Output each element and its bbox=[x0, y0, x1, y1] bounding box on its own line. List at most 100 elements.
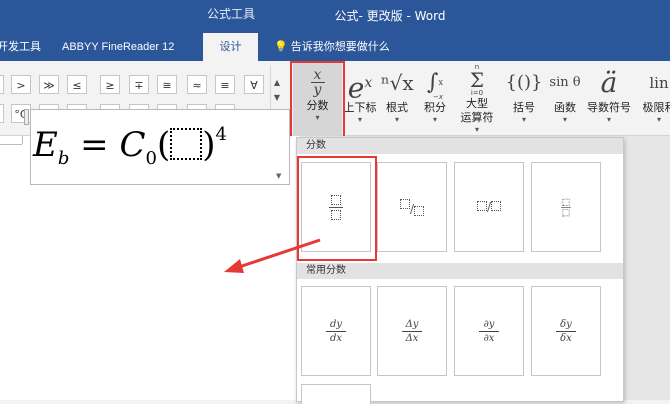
chevron-down-icon: ▾ bbox=[562, 115, 567, 124]
eq-equals: = bbox=[80, 125, 109, 165]
tab-abbyy[interactable]: ABBYY FineReader 12 bbox=[62, 33, 174, 61]
symbol-r1-4[interactable]: ∓ bbox=[129, 75, 149, 94]
window-title: 公式- 更改版 - Word bbox=[334, 9, 446, 23]
tab-design[interactable]: 设计 bbox=[203, 33, 258, 61]
common-fraction-2-num: Δy bbox=[405, 318, 419, 330]
symbol-r1-1[interactable]: ≫ bbox=[39, 75, 59, 94]
accent-label: 导数符号 bbox=[587, 101, 631, 114]
gallery-section-common: 常用分数 bbox=[297, 263, 623, 279]
integral-label: 积分 bbox=[424, 101, 446, 114]
common-fraction-tile-4[interactable]: δy δx bbox=[531, 286, 601, 376]
eq-open-paren: ( bbox=[156, 125, 171, 165]
large-operator-label-1: 大型 bbox=[466, 97, 488, 110]
common-fraction-tile-3[interactable]: ∂y ∂x bbox=[454, 286, 524, 376]
large-op-icon-sub: i=0 bbox=[470, 89, 484, 97]
bracket-icon: {()} bbox=[505, 72, 543, 93]
integral-icon-sub: −x bbox=[433, 93, 444, 101]
chevron-down-icon: ▾ bbox=[357, 115, 362, 124]
highlight-fraction-button bbox=[290, 61, 345, 142]
limit-icon: lin bbox=[649, 74, 669, 92]
eq-base: E bbox=[33, 125, 58, 165]
bracket-label: 括号 bbox=[513, 101, 535, 114]
symbol-r1-0[interactable]: > bbox=[11, 75, 31, 94]
common-fraction-1-num: dy bbox=[329, 318, 343, 330]
common-fraction-4: δy δx bbox=[556, 319, 576, 344]
skewed-fraction-icon: / bbox=[399, 198, 425, 216]
symbol-r1-8[interactable]: ∀ bbox=[244, 75, 264, 94]
symbol-partial-left-1[interactable] bbox=[0, 75, 4, 94]
common-fraction-tile-5[interactable] bbox=[301, 384, 371, 404]
tab-developer[interactable]: 开发工具 bbox=[0, 33, 41, 61]
sigma-icon: Σ bbox=[469, 68, 485, 92]
accent-icon: ä bbox=[600, 66, 618, 99]
common-fraction-2-den: Δx bbox=[405, 332, 419, 344]
equation-box[interactable]: Eb = C0()4 bbox=[30, 109, 290, 185]
function-button[interactable]: sin θ 函数 ▾ bbox=[545, 65, 585, 125]
symbol-partial-left-2[interactable] bbox=[0, 104, 4, 123]
margin-mark-h bbox=[0, 144, 22, 145]
radical-icon: ⁿ√x bbox=[381, 71, 414, 95]
limit-button[interactable]: lin 极限和 ▾ bbox=[637, 65, 670, 125]
linear-fraction-icon: / bbox=[476, 200, 502, 214]
radical-button[interactable]: ⁿ√x 根式 ▾ bbox=[381, 65, 414, 125]
title-bar: 公式工具 公式- 更改版 - Word bbox=[0, 0, 670, 33]
symbol-r1-7[interactable]: ≡ bbox=[215, 75, 235, 94]
function-label: 函数 bbox=[554, 101, 576, 114]
chevron-down-icon: ▾ bbox=[394, 115, 399, 124]
common-fraction-1: dy dx bbox=[326, 319, 346, 344]
common-fraction-3-num: ∂y bbox=[483, 318, 495, 330]
tell-me-box[interactable]: 💡 告诉我你想要做什么 bbox=[274, 33, 390, 61]
equation-placeholder[interactable] bbox=[170, 128, 203, 160]
large-operator-label-2: 运算符 bbox=[460, 111, 494, 124]
script-button[interactable]: ex 上下标 ▾ bbox=[340, 65, 380, 125]
ribbon-tabs: 开发工具 ABBYY FineReader 12 设计 💡 告诉我你想要做什么 bbox=[0, 33, 670, 61]
fraction-small-tile[interactable] bbox=[531, 162, 601, 252]
eq-base-sub: b bbox=[57, 148, 70, 169]
chevron-down-icon: ▾ bbox=[432, 115, 437, 124]
common-fraction-3-den: ∂x bbox=[483, 332, 495, 344]
script-icon: ex bbox=[340, 65, 380, 105]
large-operator-button[interactable]: n Σ i=0 大型 运算符 ▾ bbox=[455, 63, 499, 135]
tell-me-text: 告诉我你想要做什么 bbox=[290, 41, 390, 53]
eq-close-paren: ) bbox=[202, 125, 216, 165]
common-fraction-1-den: dx bbox=[329, 332, 343, 344]
common-fraction-4-num: δy bbox=[560, 318, 572, 330]
symbol-r1-2[interactable]: ≤ bbox=[67, 75, 87, 94]
margin-mark-v bbox=[22, 136, 23, 144]
integral-icon-sup: x bbox=[438, 78, 443, 87]
fraction-skewed-tile[interactable]: / bbox=[377, 162, 447, 252]
integral-button[interactable]: ∫x −x 积分 ▾ bbox=[419, 65, 451, 125]
chevron-down-icon: ▾ bbox=[474, 125, 479, 134]
common-fraction-tile-1[interactable]: dy dx bbox=[301, 286, 371, 376]
fraction-linear-tile[interactable]: / bbox=[454, 162, 524, 252]
chevron-down-icon: ▾ bbox=[656, 115, 661, 124]
bracket-button[interactable]: {()} 括号 ▾ bbox=[505, 65, 543, 125]
limit-label: 极限和 bbox=[642, 101, 670, 114]
script-label: 上下标 bbox=[343, 101, 377, 114]
small-fraction-icon bbox=[561, 198, 571, 216]
common-fraction-4-den: δx bbox=[560, 332, 572, 344]
chevron-down-icon: ▾ bbox=[606, 115, 611, 124]
accent-button[interactable]: ä 导数符号 ▾ bbox=[585, 65, 633, 125]
chevron-down-icon: ▾ bbox=[521, 115, 526, 124]
lightbulb-icon: 💡 bbox=[274, 41, 288, 53]
equation-options-icon[interactable]: ▼ bbox=[276, 172, 281, 180]
equation: Eb = C0()4 bbox=[33, 124, 227, 169]
eq-coef-sub: 0 bbox=[145, 148, 157, 169]
script-icon-base: e bbox=[347, 71, 365, 105]
eq-coef: C bbox=[119, 125, 146, 165]
script-icon-sup: x bbox=[364, 75, 373, 91]
integral-icon-sign: ∫ bbox=[427, 70, 439, 95]
symbol-r1-6[interactable]: ≈ bbox=[187, 75, 207, 94]
equation-handle[interactable] bbox=[24, 109, 29, 125]
common-fraction-tile-2[interactable]: Δy Δx bbox=[377, 286, 447, 376]
highlight-stacked-fraction bbox=[297, 156, 377, 261]
common-fraction-3: ∂y ∂x bbox=[479, 319, 499, 344]
common-fraction-2: Δy Δx bbox=[402, 319, 422, 344]
radical-label: 根式 bbox=[386, 101, 408, 114]
function-icon: sin θ bbox=[549, 75, 581, 90]
eq-exponent: 4 bbox=[215, 124, 227, 145]
symbol-r1-3[interactable]: ≥ bbox=[100, 75, 120, 94]
symbol-r1-5[interactable]: ≅ bbox=[157, 75, 177, 94]
gallery-section-fractions: 分数 bbox=[297, 138, 623, 154]
